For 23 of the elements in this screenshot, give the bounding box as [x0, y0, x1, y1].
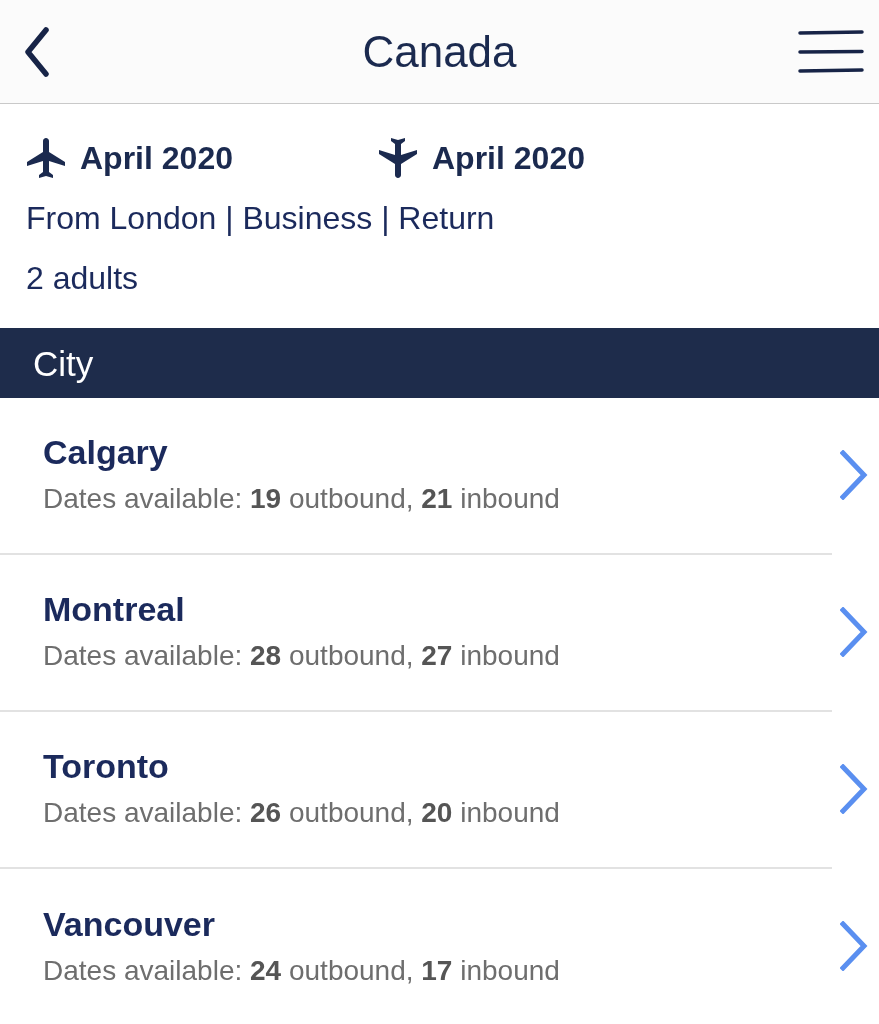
section-header: City — [0, 328, 879, 398]
page-title: Canada — [362, 29, 517, 74]
flight-date: April 2020 — [432, 142, 585, 174]
chevron-right-icon[interactable] — [840, 449, 868, 500]
menu-button[interactable] — [797, 28, 865, 75]
menu-icon — [798, 29, 864, 74]
city-name: Montreal — [43, 588, 185, 629]
chevron-right-icon[interactable] — [840, 920, 868, 971]
city-name: Calgary — [43, 431, 168, 472]
chevron-right-icon[interactable] — [840, 763, 868, 814]
city-name: Toronto — [43, 745, 169, 786]
availability-text: Dates available: 19 outbound, 21 inbound — [43, 481, 560, 516]
availability-text: Dates available: 28 outbound, 27 inbound — [43, 638, 560, 673]
trip-summary: From London | Business | Return — [26, 202, 495, 234]
city-name: Vancouver — [43, 903, 215, 944]
passenger-count: 2 adults — [26, 262, 139, 294]
chevron-right-icon[interactable] — [840, 606, 868, 657]
airplane-down-icon — [378, 138, 418, 178]
back-chevron-icon — [22, 26, 52, 77]
airplane-up-icon — [26, 138, 66, 178]
flight-date: April 2020 — [80, 142, 233, 174]
availability-text: Dates available: 26 outbound, 20 inbound — [43, 795, 560, 830]
availability-text: Dates available: 24 outbound, 17 inbound — [43, 953, 560, 988]
